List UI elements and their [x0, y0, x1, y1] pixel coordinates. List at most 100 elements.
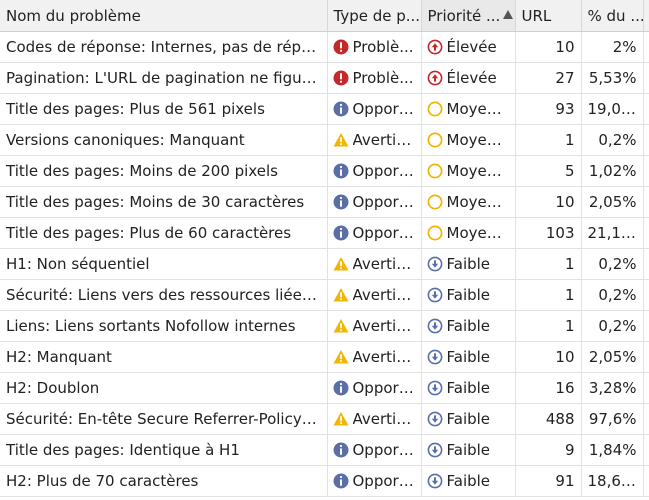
issue-name-cell[interactable]: Title des pages: Moins de 30 caractères [0, 186, 328, 218]
table-row[interactable]: Codes de réponse: Internes, pas de répon… [0, 31, 649, 63]
url-count-cell[interactable]: 91 [515, 465, 582, 497]
url-count-cell[interactable]: 1 [515, 248, 582, 280]
table-row[interactable]: Pagination: L'URL de pagination ne figur… [0, 62, 649, 94]
issue-name-cell[interactable]: H2: Manquant [0, 341, 328, 373]
issue-name-cell[interactable]: Versions canoniques: Manquant [0, 124, 328, 156]
info-icon [333, 473, 348, 488]
table-row[interactable]: H2: Manquant Avertis... Faible 10 2,05% [0, 341, 649, 373]
issue-type-cell[interactable]: Problè... [327, 31, 422, 63]
issue-name-cell[interactable]: H2: Doublon [0, 372, 328, 404]
percent-cell[interactable]: 0,2% [581, 124, 644, 156]
url-count-cell[interactable]: 488 [515, 403, 582, 435]
issue-type-cell[interactable]: Avertis... [327, 310, 422, 342]
priority-cell[interactable]: Moyenne [421, 155, 516, 187]
url-count-cell[interactable]: 5 [515, 155, 582, 187]
issue-type-cell[interactable]: Avertis... [327, 248, 422, 280]
table-row[interactable]: Title des pages: Moins de 200 pixels Oppo… [0, 155, 649, 187]
percent-cell[interactable]: 3,28% [581, 372, 644, 404]
issue-name-cell[interactable]: Title des pages: Plus de 60 caractères [0, 217, 328, 249]
issue-name-cell[interactable]: Liens: Liens sortants Nofollow internes [0, 310, 328, 342]
url-count-cell[interactable]: 1 [515, 279, 582, 311]
issue-name-cell[interactable]: Sécurité: Liens vers des ressources liée… [0, 279, 328, 311]
table-row[interactable]: Liens: Liens sortants Nofollow internes A… [0, 310, 649, 342]
url-count-cell[interactable]: 10 [515, 186, 582, 218]
percent-cell[interactable]: 0,2% [581, 310, 644, 342]
percent-cell[interactable]: 1,02% [581, 155, 644, 187]
issue-type-cell[interactable]: Opport... [327, 434, 422, 466]
issue-type-cell[interactable]: Opport... [327, 186, 422, 218]
issue-name-cell[interactable]: Title des pages: Plus de 561 pixels [0, 93, 328, 125]
url-count-cell[interactable]: 93 [515, 93, 582, 125]
priority-cell[interactable]: Faible [421, 372, 516, 404]
issue-type-cell[interactable]: Opport... [327, 465, 422, 497]
url-count-cell[interactable]: 103 [515, 217, 582, 249]
table-row[interactable]: H2: Doublon Opport... Faible 16 3,28% [0, 372, 649, 404]
percent-cell[interactable]: 5,53% [581, 62, 644, 94]
table-row[interactable]: H1: Non séquentiel Avertis... Faible 1 0,2% [0, 248, 649, 280]
url-count-cell[interactable]: 1 [515, 310, 582, 342]
issue-name-cell[interactable]: Codes de réponse: Internes, pas de répon… [0, 31, 328, 63]
table-row[interactable]: Title des pages: Identique à H1 Opport...… [0, 434, 649, 466]
percent-cell[interactable]: 19,06% [581, 93, 644, 125]
issue-type-cell[interactable]: Avertis... [327, 279, 422, 311]
percent-cell[interactable]: 2% [581, 31, 644, 63]
priority-cell[interactable]: Moyenne [421, 124, 516, 156]
percent-cell[interactable]: 18,65% [581, 465, 644, 497]
issue-name-cell[interactable]: Sécurité: En-tête Secure Referrer-Policy… [0, 403, 328, 435]
issue-type-cell[interactable]: Opport... [327, 217, 422, 249]
column-header-overflow[interactable] [643, 0, 649, 32]
issue-type-cell[interactable]: Avertis... [327, 341, 422, 373]
priority-cell[interactable]: Élevée [421, 31, 516, 63]
priority-cell[interactable]: Faible [421, 434, 516, 466]
column-header-urls[interactable]: URL [515, 0, 582, 32]
percent-cell[interactable]: 1,84% [581, 434, 644, 466]
issue-type-cell[interactable]: Opport... [327, 372, 422, 404]
column-header-percent[interactable]: % du ... [581, 0, 644, 32]
table-row[interactable]: Title des pages: Plus de 561 pixels Oppor… [0, 93, 649, 125]
priority-label: Faible [446, 378, 491, 397]
priority-cell[interactable]: Faible [421, 310, 516, 342]
issue-type-label: Opport... [352, 471, 415, 490]
issue-type-cell[interactable]: Opport... [327, 93, 422, 125]
url-count-cell[interactable]: 27 [515, 62, 582, 94]
url-count-cell[interactable]: 1 [515, 124, 582, 156]
url-count-cell[interactable]: 9 [515, 434, 582, 466]
issue-name-cell[interactable]: Pagination: L'URL de pagination ne figur… [0, 62, 328, 94]
table-row[interactable]: Sécurité: Liens vers des ressources liée… [0, 279, 649, 311]
percent-cell[interactable]: 2,05% [581, 341, 644, 373]
priority-cell[interactable]: Moyenne [421, 186, 516, 218]
percent-cell[interactable]: 2,05% [581, 186, 644, 218]
priority-cell[interactable]: Faible [421, 403, 516, 435]
priority-cell[interactable]: Faible [421, 341, 516, 373]
column-header-issue-type[interactable]: Type de p... [327, 0, 422, 32]
percent-cell[interactable]: 0,2% [581, 248, 644, 280]
issue-name-cell[interactable]: Title des pages: Identique à H1 [0, 434, 328, 466]
priority-cell[interactable]: Faible [421, 248, 516, 280]
issue-type-cell[interactable]: Avertis... [327, 403, 422, 435]
priority-cell[interactable]: Moyenne [421, 217, 516, 249]
percent-cell[interactable]: 97,6% [581, 403, 644, 435]
issue-name-cell[interactable]: Title des pages: Moins de 200 pixels [0, 155, 328, 187]
table-row[interactable]: Sécurité: En-tête Secure Referrer-Policy… [0, 403, 649, 435]
column-header-issue-name[interactable]: Nom du problème [0, 0, 328, 32]
priority-high-icon [427, 39, 442, 54]
table-row[interactable]: Title des pages: Plus de 60 caractères Op… [0, 217, 649, 249]
priority-cell[interactable]: Moyenne [421, 93, 516, 125]
priority-cell[interactable]: Faible [421, 279, 516, 311]
url-count-cell[interactable]: 16 [515, 372, 582, 404]
table-row[interactable]: Title des pages: Moins de 30 caractères O… [0, 186, 649, 218]
url-count-cell[interactable]: 10 [515, 341, 582, 373]
percent-cell[interactable]: 0,2% [581, 279, 644, 311]
issue-name-cell[interactable]: H1: Non séquentiel [0, 248, 328, 280]
issue-type-cell[interactable]: Problè... [327, 62, 422, 94]
table-row[interactable]: Versions canoniques: Manquant Avertis... M… [0, 124, 649, 156]
priority-cell[interactable]: Élevée [421, 62, 516, 94]
url-count-cell[interactable]: 10 [515, 31, 582, 63]
issue-name-cell[interactable]: H2: Plus de 70 caractères [0, 465, 328, 497]
table-row[interactable]: H2: Plus de 70 caractères Opport... Faible… [0, 465, 649, 497]
issue-type-cell[interactable]: Avertis... [327, 124, 422, 156]
percent-cell[interactable]: 21,11% [581, 217, 644, 249]
issue-type-cell[interactable]: Opport... [327, 155, 422, 187]
priority-cell[interactable]: Faible [421, 465, 516, 497]
column-header-priority[interactable]: Priorité ... [421, 0, 516, 32]
